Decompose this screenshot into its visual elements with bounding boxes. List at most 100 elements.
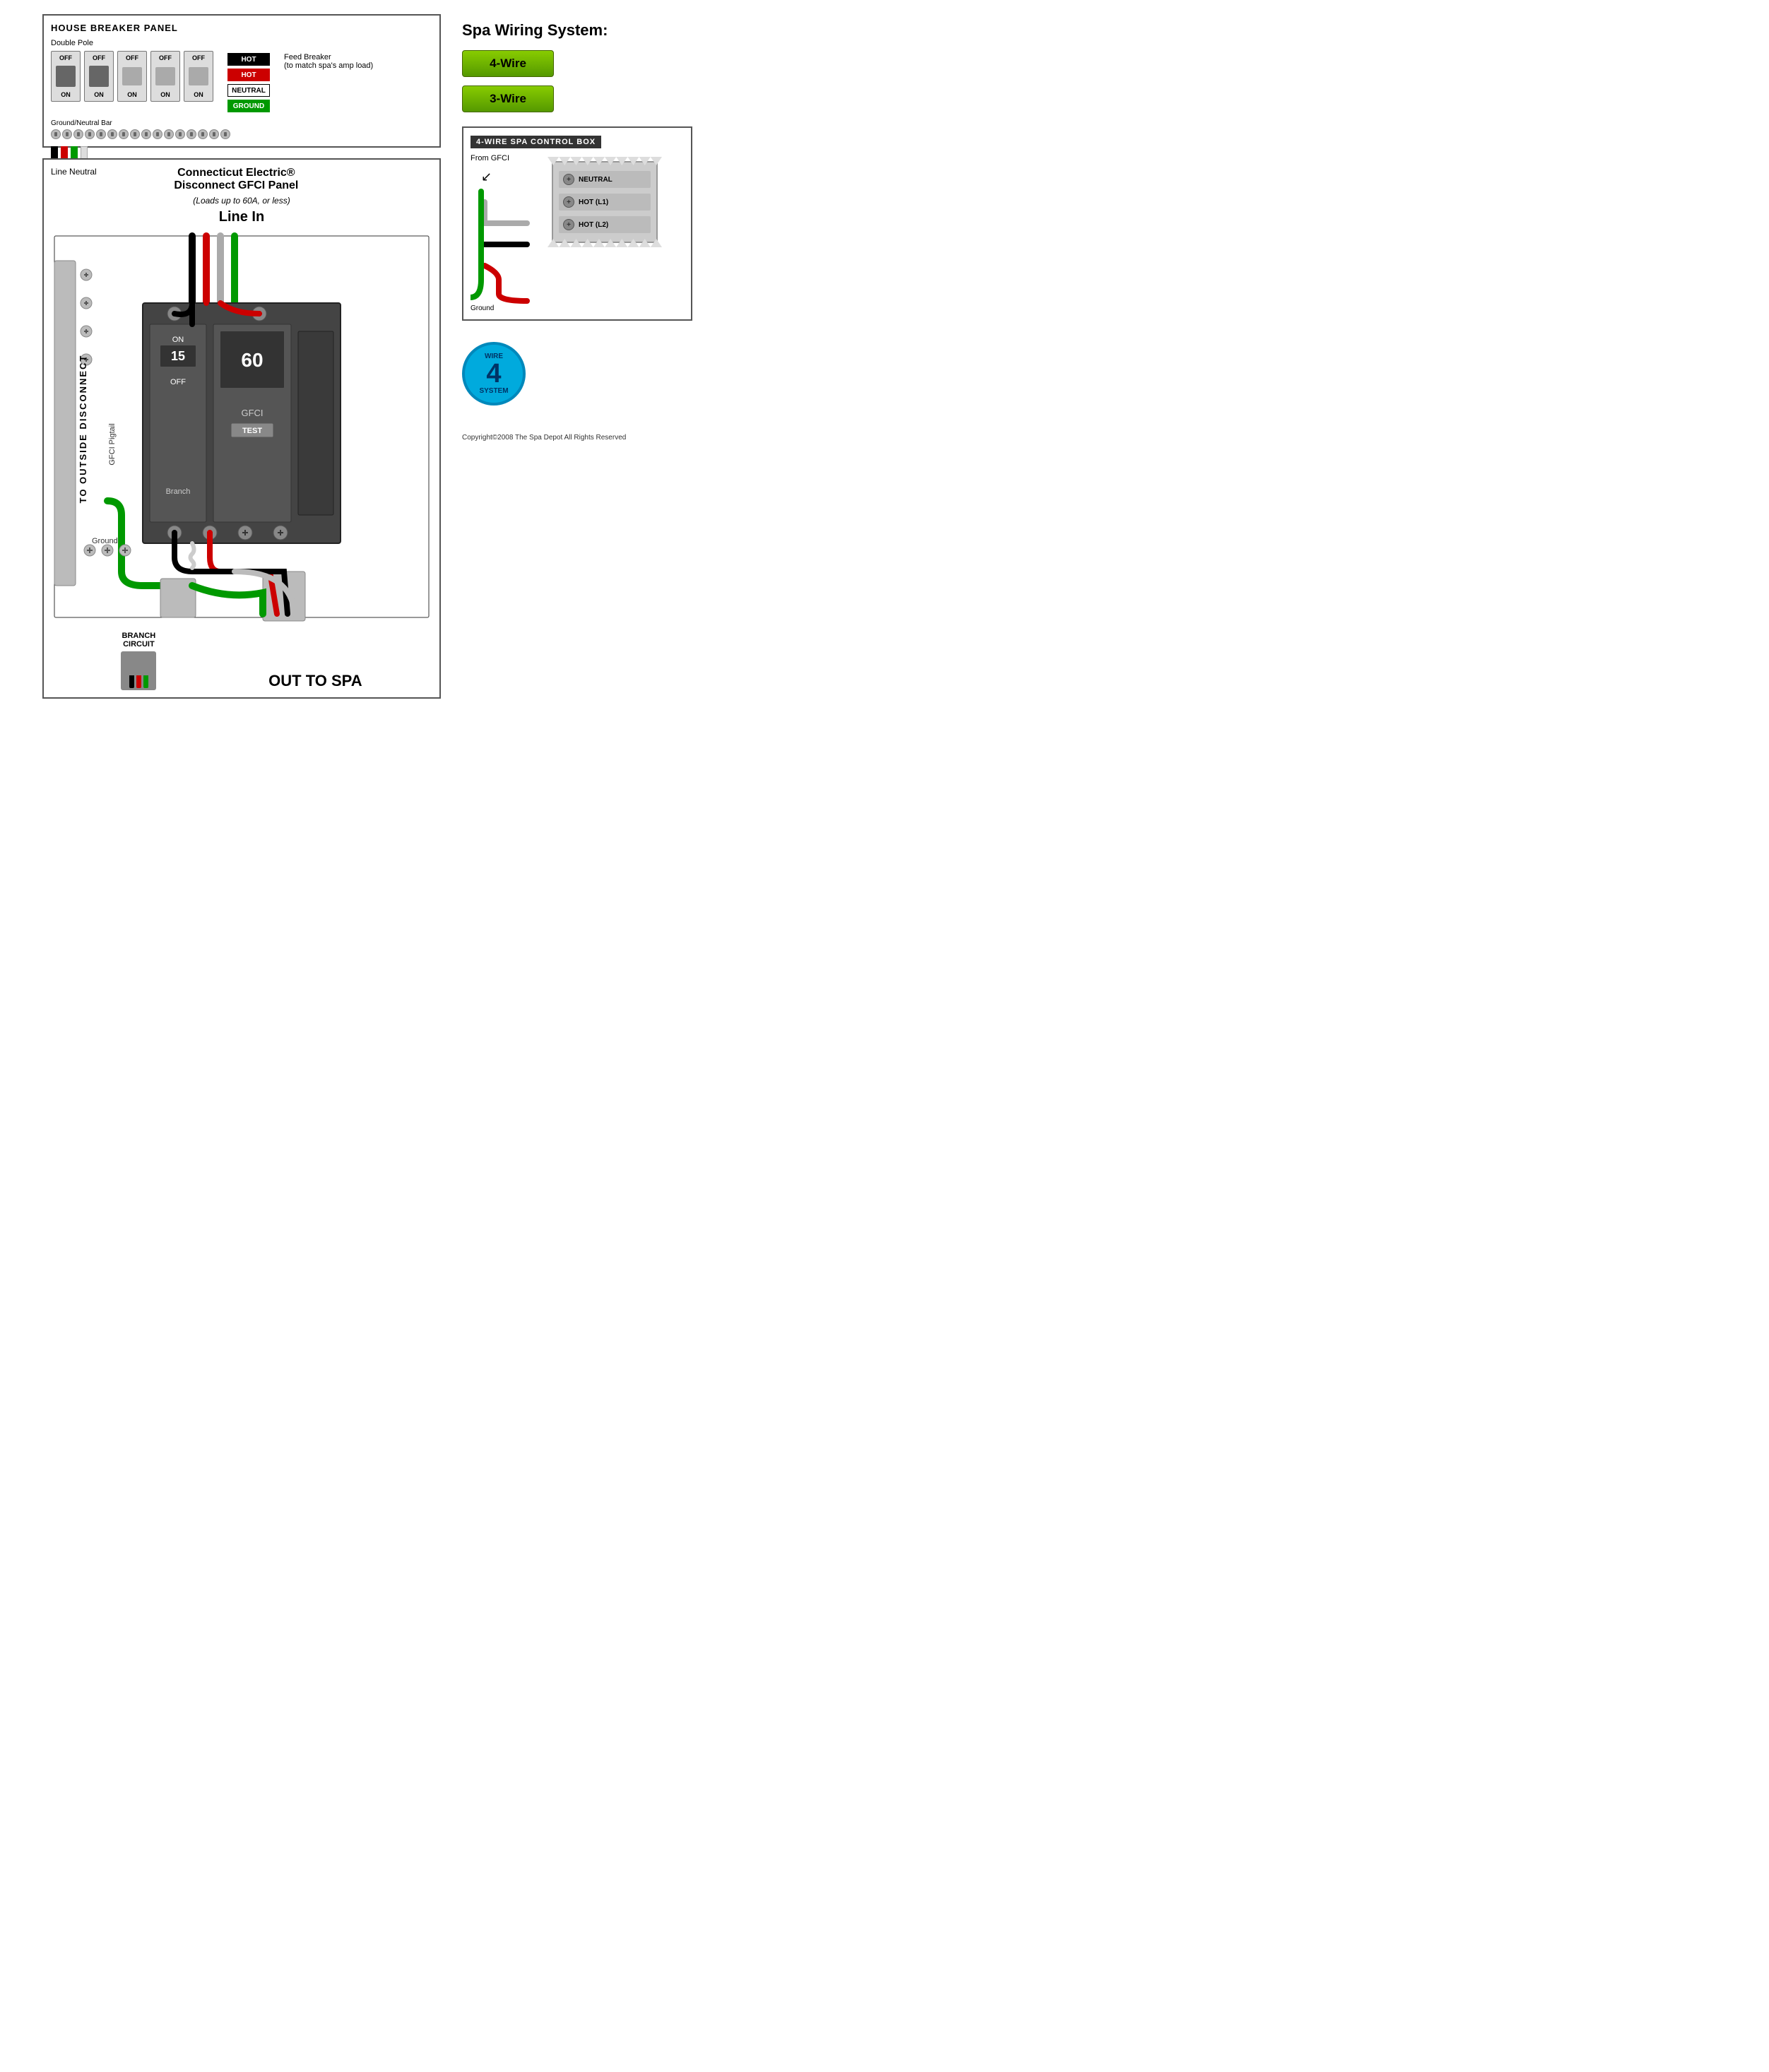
sw-off-3: OFF	[126, 54, 138, 61]
sw-off-2: OFF	[93, 54, 105, 61]
svg-text:GFCI Pigtail: GFCI Pigtail	[108, 423, 117, 465]
arrow-icon: ↙	[481, 170, 541, 184]
terminals-block: + NEUTRAL + HOT (L1) + HOT (L2)	[552, 161, 658, 243]
breaker-switch-4[interactable]: OFF ON	[150, 51, 180, 102]
paper-edge-top	[548, 157, 662, 165]
panel-title: HOUSE BREAKER PANEL	[51, 23, 432, 33]
screw-neutral: +	[563, 174, 574, 185]
loads-label: (Loads up to 60A, or less)	[51, 196, 432, 206]
svg-text:GFCI: GFCI	[241, 408, 263, 418]
wire-circle-badge: WIRE 4 SYSTEM	[462, 342, 526, 405]
terminal-16	[220, 129, 230, 139]
spa-wires-svg	[471, 188, 541, 315]
ground-neutral-bar-label: Ground/Neutral Bar	[51, 119, 432, 127]
right-panel: Spa Wiring System: 4-Wire 3-Wire 4-WIRE …	[462, 14, 692, 442]
terminal-neutral: + NEUTRAL	[559, 171, 651, 188]
wire-neutral: NEUTRAL	[227, 84, 270, 97]
badge-number: 4	[486, 360, 501, 387]
plug-body	[121, 651, 156, 690]
wire-buttons: 4-Wire 3-Wire	[462, 50, 692, 112]
disconnect-gfci-panel: TO OUTSIDE DISCONNECT Line Neutral Conne…	[42, 158, 441, 699]
screw-hot-l2: +	[563, 219, 574, 230]
disconnect-title-line2: Disconnect GFCI Panel	[174, 179, 298, 192]
breaker-switch-3[interactable]: OFF ON	[117, 51, 147, 102]
spa-control-title: 4-WIRE SPA CONTROL BOX	[471, 136, 601, 148]
prong-green	[143, 675, 148, 688]
sw-on-1: ON	[61, 91, 71, 98]
wire-legend: HOT HOT NEUTRAL GROUND	[227, 53, 270, 112]
terminal-9	[141, 129, 151, 139]
double-pole-label: Double Pole	[51, 39, 213, 47]
breaker-switch-1[interactable]: OFF ON	[51, 51, 81, 102]
wire-badge-container: WIRE 4 SYSTEM	[462, 342, 692, 405]
page-wrapper: HOUSE BREAKER PANEL Double Pole OFF ON O…	[0, 0, 706, 713]
terminal-rows: + NEUTRAL + HOT (L1) + HOT (L2)	[559, 168, 651, 236]
terminal-10	[153, 129, 162, 139]
terminal-6	[107, 129, 117, 139]
copyright: Copyright©2008 The Spa Depot All Rights …	[462, 420, 692, 442]
disconnect-title-line1: Connecticut Electric®	[174, 167, 298, 179]
feed-breaker-info: Feed Breaker (to match spa's amp load)	[284, 53, 373, 70]
terminal-12	[175, 129, 185, 139]
terminal-15	[209, 129, 219, 139]
spa-wiring-section: Spa Wiring System: 4-Wire 3-Wire	[462, 21, 692, 112]
svg-text:Ground: Ground	[92, 537, 118, 545]
breaker-switch-5[interactable]: OFF ON	[184, 51, 213, 102]
wire-hot-black: HOT	[227, 53, 270, 66]
gfci-interior-svg: GFCI Pigtail	[51, 232, 432, 628]
terminal-4	[85, 129, 95, 139]
terminal-1	[51, 129, 61, 139]
wire-3-button[interactable]: 3-Wire	[462, 85, 554, 112]
svg-text:60: 60	[241, 349, 263, 371]
terminal-5	[96, 129, 106, 139]
spa-control-content: From GFCI ↙ Ground	[471, 154, 684, 312]
terminal-7	[119, 129, 129, 139]
terminal-11	[164, 129, 174, 139]
line-in-label: Line In	[51, 209, 432, 225]
wire-hot-red: HOT	[227, 69, 270, 81]
svg-text:15: 15	[171, 349, 185, 363]
svg-text:OFF: OFF	[170, 378, 186, 386]
out-to-spa-label: OUT TO SPA	[268, 672, 362, 690]
wire-ground: GROUND	[227, 100, 270, 112]
feed-breaker-sub: (to match spa's amp load)	[284, 61, 373, 70]
sw-on-2: ON	[94, 91, 104, 98]
spa-ground-label: Ground	[471, 304, 541, 312]
paper-edge-bottom	[548, 239, 662, 247]
spa-left: From GFCI ↙ Ground	[471, 154, 541, 312]
sw-on-4: ON	[160, 91, 170, 98]
prong-black	[129, 675, 134, 688]
switches-container: OFF ON OFF ON OFF ON	[51, 51, 213, 102]
sw-on-3: ON	[127, 91, 137, 98]
terminal-3	[73, 129, 83, 139]
breaker-switch-2[interactable]: OFF ON	[84, 51, 114, 102]
svg-text:TEST: TEST	[242, 427, 262, 435]
terminal-hot-l2-label: HOT (L2)	[579, 221, 608, 229]
prong-red	[136, 675, 141, 688]
spa-wiring-title: Spa Wiring System:	[462, 21, 692, 40]
branch-circuit-section: BRANCH CIRCUIT	[121, 632, 156, 690]
main-diagram: HOUSE BREAKER PANEL Double Pole OFF ON O…	[14, 14, 441, 699]
sw-on-5: ON	[194, 91, 203, 98]
terminal-bar	[51, 129, 432, 139]
svg-text:Branch: Branch	[166, 487, 191, 496]
wire-4-button[interactable]: 4-Wire	[462, 50, 554, 77]
terminal-hot-l2: + HOT (L2)	[559, 216, 651, 233]
terminal-13	[187, 129, 196, 139]
disconnect-title-block: Connecticut Electric® Disconnect GFCI Pa…	[174, 167, 298, 192]
terminal-14	[198, 129, 208, 139]
house-breaker-panel: HOUSE BREAKER PANEL Double Pole OFF ON O…	[42, 14, 441, 148]
ground-neutral-section: Ground/Neutral Bar	[51, 119, 432, 139]
bottom-labels: BRANCH CIRCUIT OUT TO SPA	[51, 632, 432, 690]
terminal-2	[62, 129, 72, 139]
line-neutral-label: Line Neutral	[51, 167, 97, 177]
from-gfci-label: From GFCI	[471, 154, 541, 162]
svg-text:ON: ON	[172, 336, 184, 344]
terminal-8	[130, 129, 140, 139]
sw-off-5: OFF	[192, 54, 205, 61]
badge-system-label: SYSTEM	[479, 387, 508, 395]
terminal-hot-l1-label: HOT (L1)	[579, 199, 608, 206]
branch-circuit-label: BRANCH CIRCUIT	[122, 632, 156, 649]
spa-control-box: 4-WIRE SPA CONTROL BOX From GFCI ↙	[462, 126, 692, 321]
sw-off-4: OFF	[159, 54, 172, 61]
